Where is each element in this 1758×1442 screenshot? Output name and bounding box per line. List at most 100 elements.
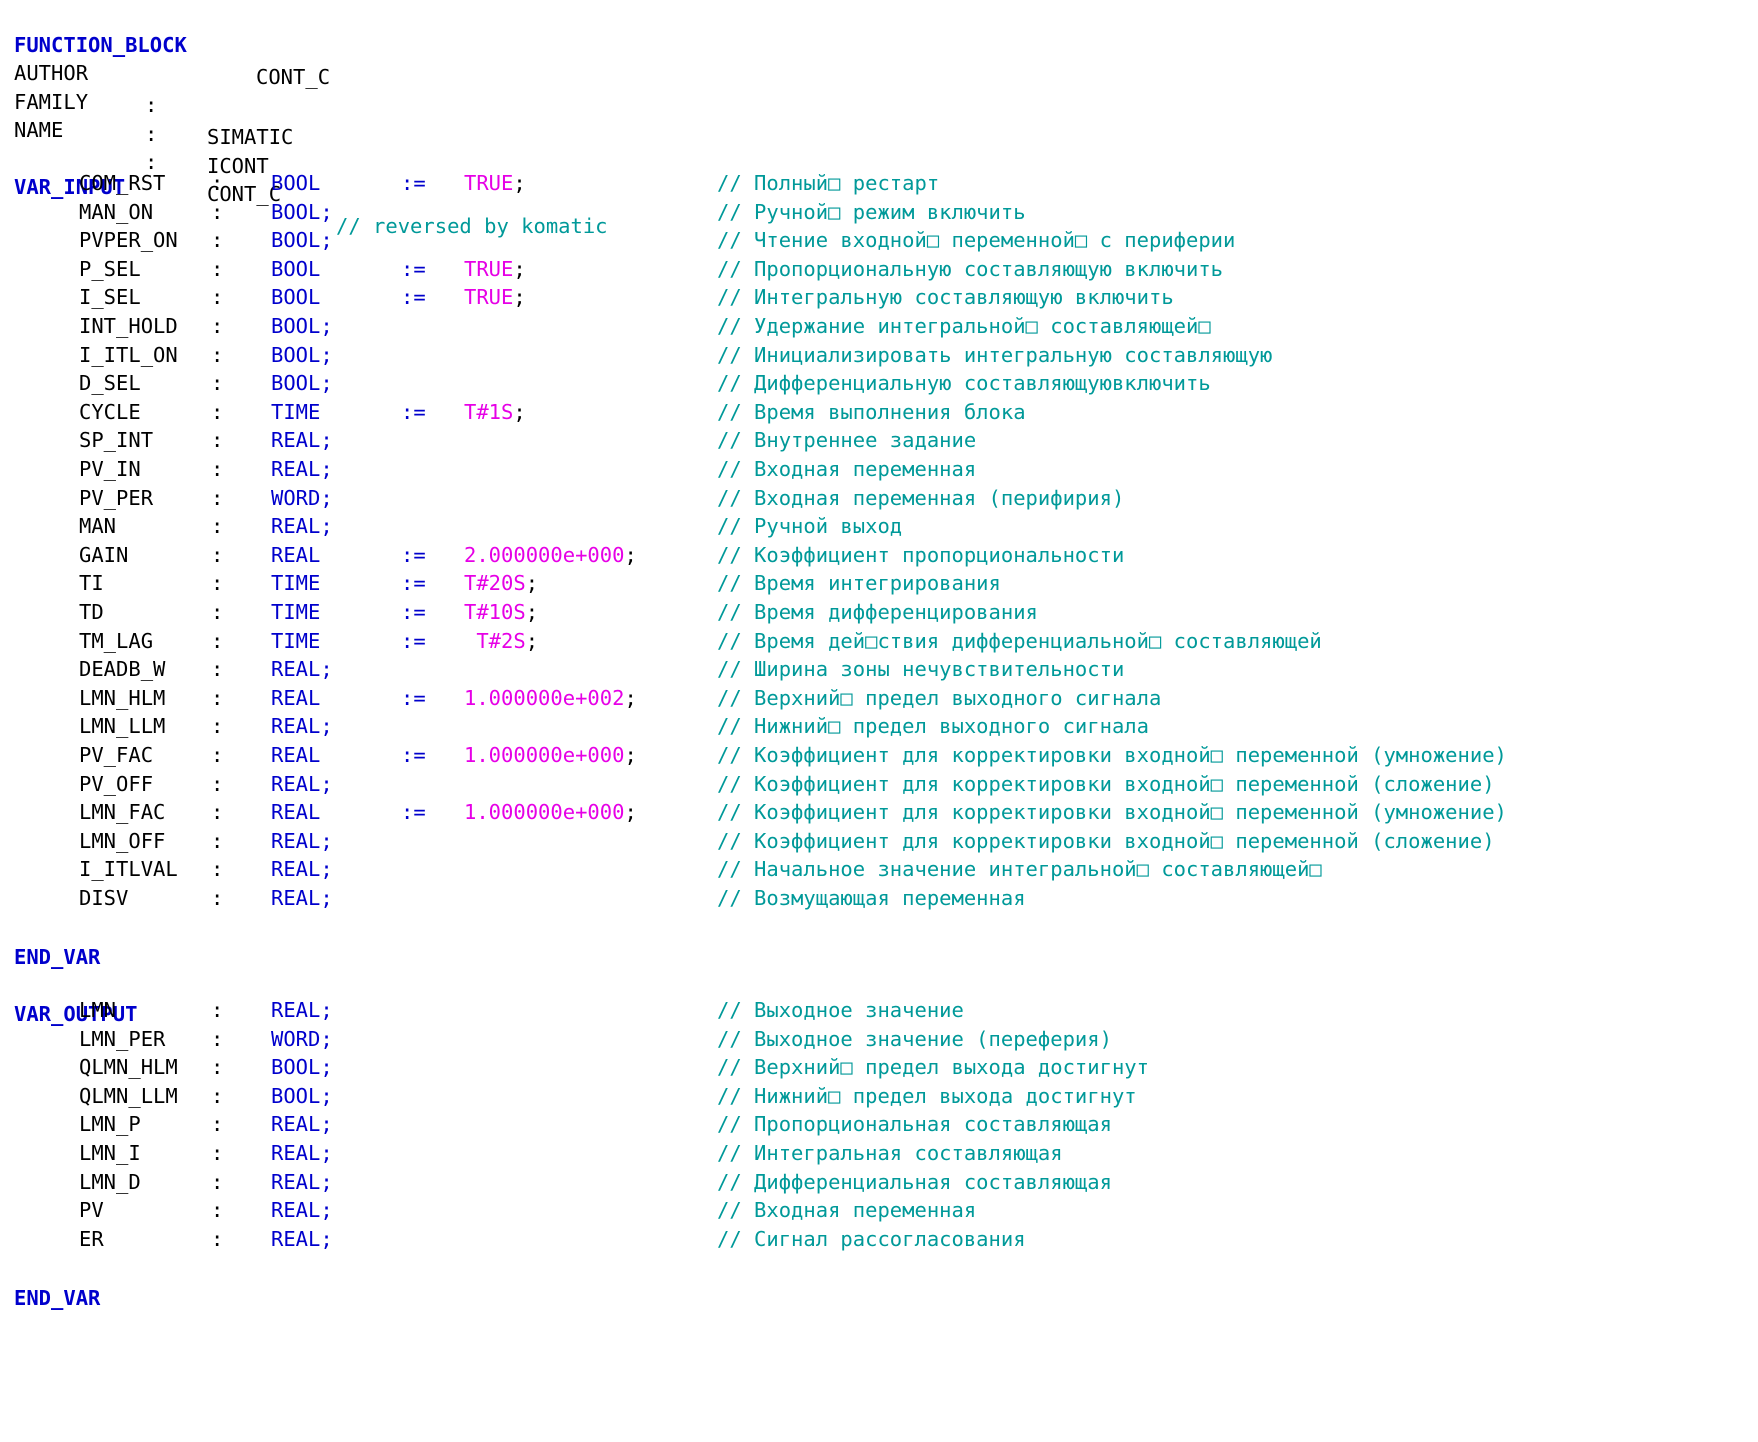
- variable-declaration-row: SP_INT: REAL; // Внутреннее задание: [0, 424, 1758, 456]
- variable-colon: :: [211, 1198, 224, 1223]
- variable-type: REAL: [271, 800, 321, 825]
- assign-operator: :=: [401, 256, 426, 281]
- variable-declaration-row: PVPER_ON: BOOL; // Чтение входной□ перемен…: [0, 224, 1758, 256]
- variable-type: REAL;: [271, 771, 333, 796]
- variable-name: D_SEL: [79, 371, 141, 396]
- assign-operator: :=: [401, 285, 426, 310]
- variable-declaration-row: TD: TIME:= T#10S; // Время дифференцировани…: [0, 596, 1758, 628]
- variable-comment: // Удержание интегральной□ составляющей□: [717, 314, 1211, 338]
- initial-value: 1.000000e+002: [464, 685, 625, 710]
- code-editor[interactable]: FUNCTION_BLOCK CONT_C AUTHOR : SIMATIC F…: [0, 0, 1758, 1442]
- variable-type: REAL;: [271, 1112, 333, 1137]
- initial-value-group: 2.000000e+000;: [464, 539, 637, 571]
- variable-declaration-row: LMN_OFF: REAL; // Коэффициент для корректи…: [0, 825, 1758, 857]
- initial-value-group: 1.000000e+002;: [464, 682, 637, 714]
- variable-comment: // Интегральную составляющую включить: [717, 285, 1174, 310]
- variable-name: PV_IN: [79, 457, 141, 481]
- variable-type: BOOL: [271, 171, 321, 195]
- variable-colon: :: [211, 485, 224, 510]
- semicolon: ;: [624, 542, 637, 567]
- variable-type: REAL;: [271, 657, 333, 682]
- variable-type: REAL;: [271, 998, 333, 1022]
- variable-name: LMN_PER: [79, 1026, 166, 1051]
- variable-type: BOOL;: [271, 199, 333, 224]
- variable-name: I_SEL: [79, 285, 141, 310]
- variable-type: REAL;: [271, 514, 333, 539]
- initial-value-group: 1.000000e+000;: [464, 739, 637, 771]
- variable-declaration-row: TM_LAG: TIME:= T#2S; // Время дей□ствия ди…: [0, 625, 1758, 657]
- variable-declaration-row: QLMN_LLM: BOOL; // Нижний□ предел выхода д…: [0, 1080, 1758, 1112]
- variable-declaration-row: LMN_PER: WORD; // Выходное значение (переф…: [0, 1023, 1758, 1055]
- initial-value: T#10S: [464, 600, 526, 624]
- initial-value: TRUE: [464, 171, 514, 195]
- variable-colon: :: [211, 171, 224, 195]
- semicolon: ;: [513, 399, 526, 424]
- variable-declaration-row: MAN_ON: BOOL; // Ручной□ режим включить: [0, 196, 1758, 228]
- variable-colon: :: [211, 1026, 224, 1051]
- initial-value: 1.000000e+000: [464, 800, 625, 825]
- variable-declaration-row: LMN_HLM: REAL:= 1.000000e+002; // Верхний□ …: [0, 682, 1758, 714]
- assign-operator: :=: [401, 171, 426, 195]
- end-var-keyword: END_VAR: [14, 1286, 101, 1310]
- variable-name: MAN_ON: [79, 199, 154, 224]
- assign-operator: :=: [401, 399, 426, 424]
- variable-name: LMN_OFF: [79, 828, 166, 853]
- var-output-end-line: END_VAR: [0, 1250, 1758, 1310]
- variable-comment: // Интегральная составляющая: [717, 1141, 1063, 1165]
- variable-name: TI: [79, 571, 104, 596]
- assign-operator: :=: [401, 628, 426, 653]
- variable-colon: :: [211, 428, 224, 453]
- variable-comment: // Ручной выход: [717, 514, 903, 539]
- variable-type: BOOL;: [271, 314, 333, 338]
- variable-type: REAL;: [271, 1169, 333, 1194]
- variable-colon: :: [211, 256, 224, 281]
- variable-colon: :: [211, 857, 224, 882]
- variable-comment: // Чтение входной□ переменной□ с перифер…: [717, 228, 1236, 253]
- semicolon: ;: [624, 800, 637, 825]
- variable-comment: // Входная переменная (перифирия): [717, 485, 1125, 510]
- variable-name: CYCLE: [79, 399, 141, 424]
- initial-value: T#20S: [464, 571, 526, 596]
- variable-colon: :: [211, 685, 224, 710]
- variable-colon: :: [211, 771, 224, 796]
- variable-comment: // Верхний□ предел выхода достигнут: [717, 1055, 1149, 1080]
- variable-comment: // Время интегрирования: [717, 571, 1001, 596]
- variable-name: LMN: [79, 998, 117, 1022]
- variable-colon: :: [211, 371, 224, 396]
- variable-name: QLMN_HLM: [79, 1055, 178, 1080]
- variable-name: SP_INT: [79, 428, 154, 453]
- assign-operator: :=: [401, 800, 426, 825]
- variable-comment: // Внутреннее задание: [717, 428, 977, 453]
- variable-declaration-row: INT_HOLD: BOOL; // Удержание интегральной□…: [0, 310, 1758, 342]
- variable-declaration-row: PV_PER: WORD; // Входная переменная (периф…: [0, 482, 1758, 514]
- variable-name: QLMN_LLM: [79, 1083, 178, 1108]
- variable-name: PVPER_ON: [79, 228, 178, 253]
- variable-colon: :: [211, 285, 224, 310]
- variable-colon: :: [211, 542, 224, 567]
- variable-comment: // Инициализировать интегральную составл…: [717, 342, 1273, 367]
- variable-type: WORD;: [271, 1026, 333, 1051]
- variable-name: TD: [79, 600, 104, 624]
- variable-comment: // Время дей□ствия дифференциальной□ сос…: [717, 628, 1322, 653]
- attr-name-line: NAME : CONT_C // reversed by komatic: [0, 82, 1758, 238]
- variable-declaration-row: COM_RST: BOOL:= TRUE; // Полный□ рестарт: [0, 167, 1758, 199]
- variable-type: BOOL;: [271, 228, 333, 253]
- variable-colon: :: [211, 228, 224, 253]
- variable-declaration-row: I_SEL: BOOL := TRUE; // Интегральную составл…: [0, 281, 1758, 313]
- variable-declaration-row: LMN_LLM: REAL; // Нижний□ предел выходного…: [0, 710, 1758, 742]
- variable-type: BOOL: [271, 285, 321, 310]
- variable-declaration-row: D_SEL: BOOL; // Дифференциальную составляю…: [0, 367, 1758, 399]
- variable-name: MAN: [79, 514, 117, 539]
- variable-comment: // Коэффициент для корректировки входной…: [717, 828, 1495, 853]
- initial-value: 1.000000e+000: [464, 743, 625, 767]
- initial-value-group: TRUE;: [464, 281, 526, 313]
- variable-colon: :: [211, 571, 224, 596]
- variable-colon: :: [211, 514, 224, 539]
- variable-colon: :: [211, 714, 224, 739]
- assign-operator: :=: [401, 600, 426, 624]
- variable-colon: :: [211, 600, 224, 624]
- variable-comment: // Полный□ рестарт: [717, 171, 940, 195]
- variable-colon: :: [211, 628, 224, 653]
- variable-name: PV: [79, 1198, 104, 1223]
- variable-type: TIME: [271, 600, 321, 624]
